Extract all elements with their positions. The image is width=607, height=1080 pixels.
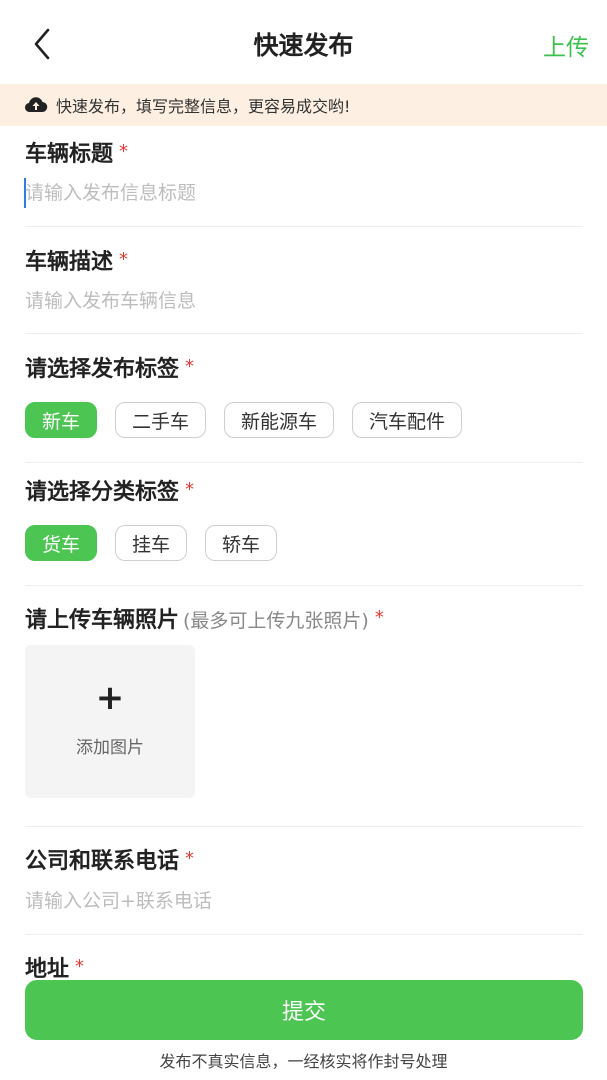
required-mark: * bbox=[119, 141, 129, 162]
description-label-text: 车辆描述 bbox=[25, 250, 114, 275]
publish-tag-new-energy[interactable]: 新能源车 bbox=[224, 402, 335, 438]
divider bbox=[25, 333, 583, 334]
publish-page: 快速发布 上传 快速发布，填写完整信息，更容易成交哟! 车辆标题* 车辆描述* … bbox=[0, 0, 607, 1080]
photos-label: 请上传车辆照片 (最多可上传九张照片) * bbox=[25, 602, 384, 634]
category-tag-trailer[interactable]: 挂车 bbox=[115, 525, 188, 561]
required-mark: * bbox=[119, 249, 129, 270]
required-mark: * bbox=[185, 479, 195, 500]
contact-field-label: 公司和联系电话 * bbox=[25, 843, 194, 875]
category-tag-truck[interactable]: 货车 bbox=[25, 525, 98, 561]
contact-label-text: 公司和联系电话 bbox=[25, 849, 180, 874]
add-photo-label: 添加图片 bbox=[76, 738, 144, 758]
category-tag-sedan[interactable]: 轿车 bbox=[205, 525, 278, 561]
divider bbox=[25, 226, 583, 227]
description-field-label: 车辆描述 * bbox=[25, 244, 128, 276]
publish-tags-label: 请选择发布标签 * bbox=[25, 351, 194, 383]
required-mark: * bbox=[75, 956, 85, 977]
add-photo-button[interactable]: + 添加图片 bbox=[25, 645, 195, 798]
publish-tags-label-text: 请选择发布标签 bbox=[25, 357, 180, 382]
contact-input[interactable] bbox=[25, 884, 575, 918]
divider bbox=[25, 585, 583, 586]
category-tags-label-text: 请选择分类标签 bbox=[25, 480, 180, 505]
tip-banner: 快速发布，填写完整信息，更容易成交哟! bbox=[0, 84, 607, 126]
publish-tag-parts[interactable]: 汽车配件 bbox=[352, 402, 463, 438]
address-field-label: 地址 * bbox=[25, 951, 84, 983]
submit-button[interactable]: 提交 bbox=[25, 980, 583, 1040]
title-input[interactable] bbox=[25, 176, 575, 210]
title-field-label: 车辆标题 * bbox=[25, 136, 128, 168]
photos-note: (最多可上传九张照片) bbox=[183, 610, 369, 632]
divider bbox=[25, 462, 583, 463]
divider bbox=[25, 934, 583, 935]
required-mark: * bbox=[374, 607, 384, 628]
divider bbox=[25, 826, 583, 827]
required-mark: * bbox=[185, 356, 195, 377]
page-title: 快速发布 bbox=[253, 31, 354, 60]
plus-icon: + bbox=[95, 678, 125, 718]
address-label-text: 地址 bbox=[25, 957, 70, 982]
category-tag-group: 货车 挂车 轿车 bbox=[25, 525, 278, 561]
category-tags-label: 请选择分类标签 * bbox=[25, 474, 194, 506]
publish-tag-new-car[interactable]: 新车 bbox=[25, 402, 98, 438]
banner-text: 快速发布，填写完整信息，更容易成交哟! bbox=[56, 97, 351, 116]
required-mark: * bbox=[185, 848, 195, 869]
header: 快速发布 上传 bbox=[0, 0, 607, 84]
publish-tag-used-car[interactable]: 二手车 bbox=[115, 402, 207, 438]
footer-note: 发布不真实信息，一经核实将作封号处理 bbox=[159, 1052, 448, 1071]
cloud-upload-icon bbox=[24, 97, 48, 113]
upload-button[interactable]: 上传 bbox=[543, 28, 589, 62]
title-label-text: 车辆标题 bbox=[25, 142, 114, 167]
publish-tag-group: 新车 二手车 新能源车 汽车配件 bbox=[25, 402, 463, 438]
description-input[interactable] bbox=[25, 284, 575, 318]
photos-label-text: 请上传车辆照片 bbox=[25, 608, 180, 633]
